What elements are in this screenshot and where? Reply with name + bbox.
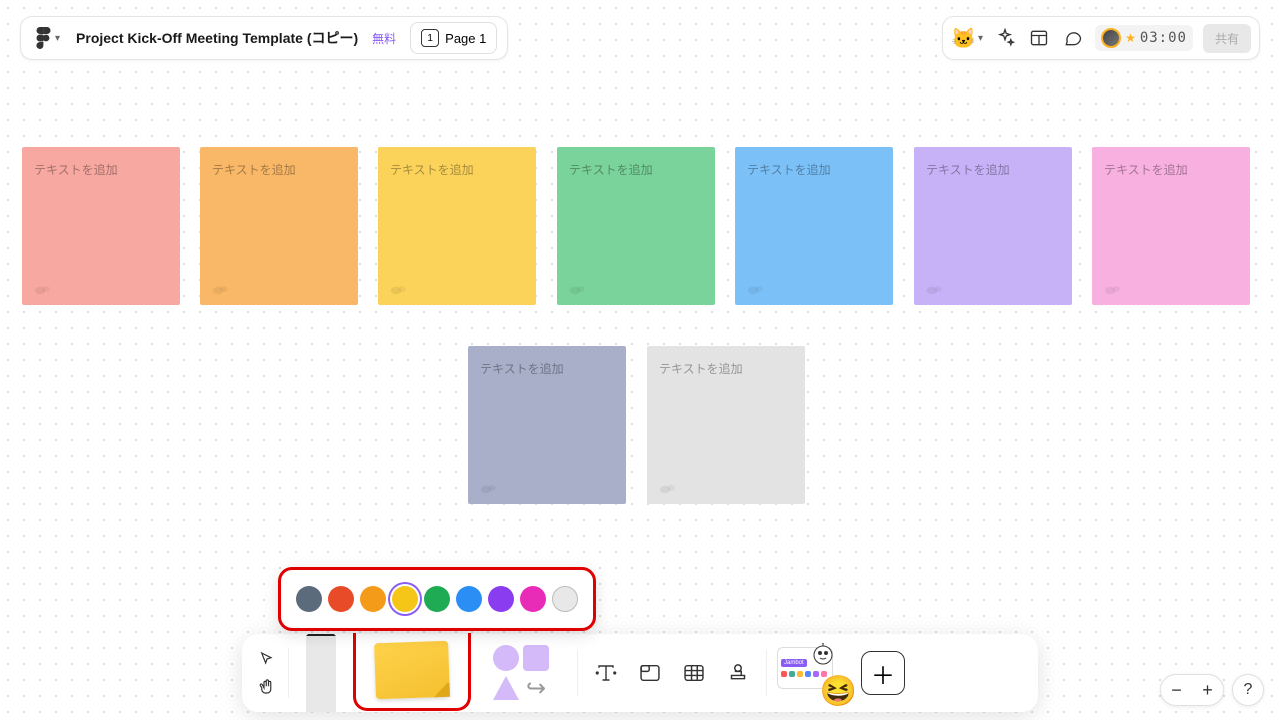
author-icon [747,283,765,295]
circle-shape-icon [493,645,519,671]
color-swatch[interactable] [328,586,354,612]
sticky-placeholder: テキストを追加 [569,163,653,177]
author-icon [659,482,677,494]
sticky-placeholder: テキストを追加 [212,163,296,177]
shapes-tool[interactable]: ↪ [471,637,571,709]
sticky-placeholder: テキストを追加 [480,362,564,376]
comment-icon[interactable] [1061,26,1085,50]
color-swatch[interactable] [392,586,418,612]
jambot-widget[interactable]: Jambot 😆 [773,643,853,703]
author-icon [926,283,944,295]
author-icon [569,283,587,295]
author-icon [34,283,52,295]
section-tool[interactable] [628,651,672,695]
arrow-shape-icon: ↪ [523,675,549,701]
figma-menu[interactable]: ▾ [31,23,64,53]
marker-tool[interactable] [289,634,353,712]
table-tool[interactable] [672,651,716,695]
page-selector[interactable]: 1 Page 1 [410,22,497,54]
color-swatch[interactable] [360,586,386,612]
laughing-emoji-icon: 😆 [820,674,857,709]
author-icon [1104,283,1122,295]
sticky-note[interactable]: テキストを追加 [22,147,180,305]
user-avatar-icon [1101,28,1121,48]
color-swatch[interactable] [424,586,450,612]
sticky-note-tool[interactable] [353,633,471,711]
sticky-placeholder: テキストを追加 [926,163,1010,177]
sticky-note[interactable]: テキストを追加 [1092,147,1250,305]
document-title[interactable]: Project Kick-Off Meeting Template (コピー) [76,28,358,48]
sticky-note[interactable]: テキストを追加 [468,346,626,504]
header-right: 🐱▾ ★ 03:00 共有 [942,16,1260,60]
help-button[interactable]: ? [1232,674,1264,706]
share-button[interactable]: 共有 [1203,24,1251,53]
sticky-placeholder: テキストを追加 [390,163,474,177]
color-swatch[interactable] [552,586,578,612]
color-swatch[interactable] [488,586,514,612]
figma-icon [35,27,51,49]
sticky-placeholder: テキストを追加 [747,163,831,177]
sticky-note[interactable]: テキストを追加 [735,147,893,305]
timer-value: 03:00 [1140,30,1187,46]
page-label: Page 1 [445,31,486,46]
sticky-placeholder: テキストを追加 [659,362,743,376]
author-icon [480,482,498,494]
triangle-shape-icon [493,676,519,700]
sticky-note[interactable]: テキストを追加 [914,147,1072,305]
select-tool[interactable] [256,648,278,670]
color-swatch[interactable] [296,586,322,612]
presence-timer[interactable]: ★ 03:00 [1095,25,1193,51]
jambot-label: Jambot [781,659,807,667]
sticky-note[interactable]: テキストを追加 [647,346,805,504]
add-more-button[interactable]: ＋ [861,651,905,695]
ai-sparkle-icon[interactable] [993,26,1017,50]
header-left: ▾ Project Kick-Off Meeting Template (コピー… [20,16,508,60]
sticky-placeholder: テキストを追加 [34,163,118,177]
zoom-out-button[interactable]: − [1167,680,1187,701]
author-icon [212,283,230,295]
layout-icon[interactable] [1027,26,1051,50]
hand-tool[interactable] [256,676,278,698]
zoom-in-button[interactable]: + [1198,680,1218,701]
square-shape-icon [523,645,549,671]
sticky-note[interactable]: テキストを追加 [378,147,536,305]
bottom-toolbar: ↪ Jambot 😆 ＋ [242,634,1038,712]
text-tool[interactable] [584,651,628,695]
profile-avatar[interactable]: 🐱▾ [951,26,983,51]
sticky-note[interactable]: テキストを追加 [200,147,358,305]
stamp-tool[interactable] [716,651,760,695]
color-swatch[interactable] [520,586,546,612]
page-icon: 1 [421,29,439,47]
chevron-down-icon: ▾ [55,33,60,44]
author-icon [390,283,408,295]
sticky-note[interactable]: テキストを追加 [557,147,715,305]
zoom-control: − + [1160,674,1224,706]
free-badge: 無料 [372,30,396,47]
color-picker-popup [278,567,596,631]
sticky-placeholder: テキストを追加 [1104,163,1188,177]
color-swatch[interactable] [456,586,482,612]
